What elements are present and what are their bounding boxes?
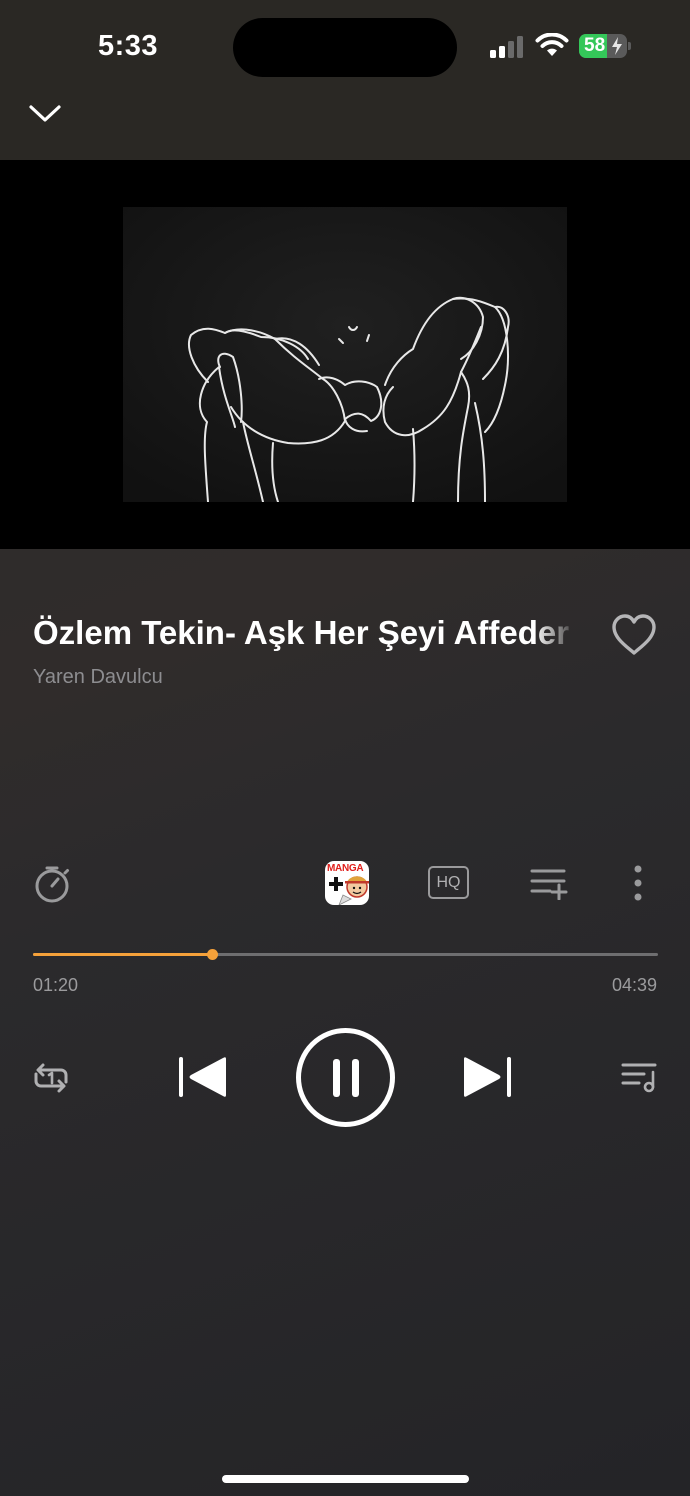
artist-name[interactable]: Yaren Davulcu — [33, 666, 163, 689]
quality-toggle-button[interactable]: HQ — [428, 866, 469, 899]
battery-indicator: 58 — [579, 34, 631, 58]
video-player[interactable] — [0, 160, 690, 549]
skip-previous-icon[interactable] — [176, 1054, 230, 1100]
home-indicator[interactable] — [222, 1475, 469, 1483]
cover-artwork — [123, 207, 567, 502]
total-time: 04:39 — [611, 975, 657, 995]
chevron-down-icon[interactable] — [26, 96, 64, 130]
wifi-icon — [535, 33, 569, 56]
repeat-one-icon[interactable] — [33, 1060, 69, 1096]
battery-percent: 58 — [584, 35, 606, 56]
status-bar: 5:33 58 — [0, 0, 690, 92]
song-title: Özlem Tekin- Aşk Her Şeyi Affeder — [33, 614, 570, 651]
sleep-timer-icon[interactable] — [32, 864, 72, 904]
music-queue-icon[interactable] — [620, 1060, 658, 1094]
progress-thumb[interactable] — [207, 949, 219, 960]
manga-app-icon[interactable]: MANGA — [325, 861, 369, 905]
charging-bolt-icon — [612, 37, 622, 55]
add-to-playlist-icon[interactable] — [530, 866, 568, 900]
more-vertical-icon[interactable] — [626, 864, 650, 902]
skip-next-icon[interactable] — [460, 1054, 514, 1100]
cellular-signal-icon — [490, 36, 523, 58]
progress-fill — [33, 953, 213, 956]
status-time: 5:33 — [98, 30, 159, 62]
pause-button[interactable] — [296, 1028, 395, 1127]
pause-icon — [333, 1059, 359, 1097]
progress-slider[interactable] — [33, 949, 658, 960]
heart-outline-icon[interactable] — [610, 613, 658, 657]
elapsed-time: 01:20 — [33, 975, 79, 995]
dynamic-island — [233, 18, 457, 77]
